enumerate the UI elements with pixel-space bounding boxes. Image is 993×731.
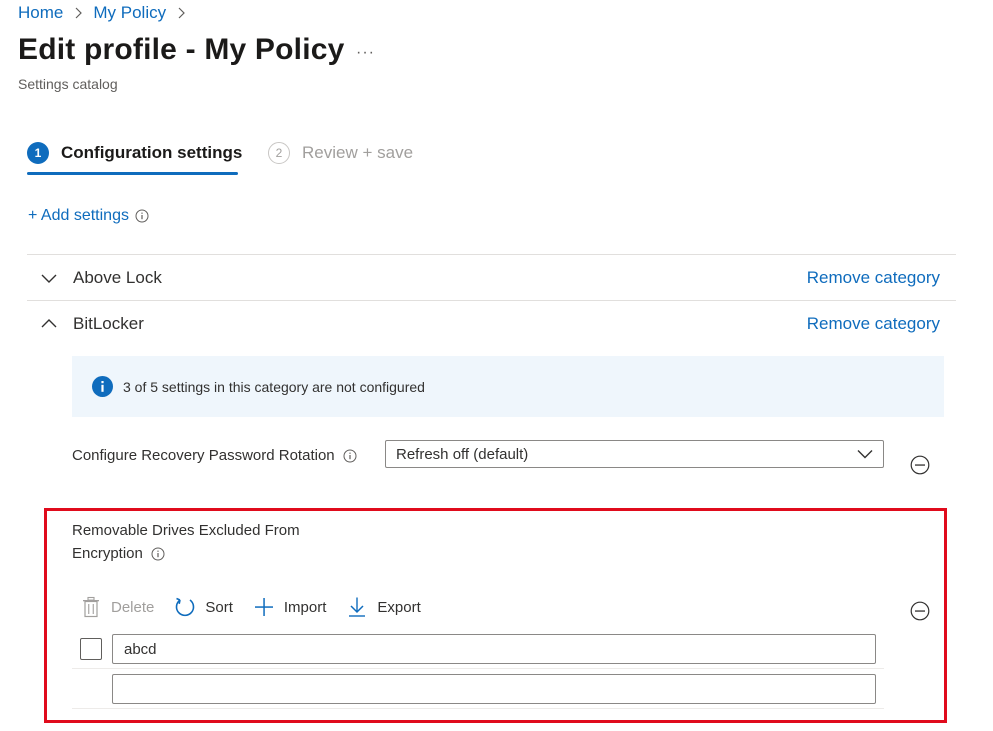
step-label: Configuration settings xyxy=(61,143,243,162)
remove-setting-icon[interactable] xyxy=(910,455,930,475)
step-label: Review + save xyxy=(302,143,414,162)
sort-button[interactable]: Sort xyxy=(174,596,233,618)
info-icon[interactable] xyxy=(135,209,149,223)
download-icon xyxy=(349,597,366,617)
active-step-indicator xyxy=(27,172,238,175)
breadcrumb-home[interactable]: Home xyxy=(18,3,63,23)
category-name: BitLocker xyxy=(73,313,144,333)
row-divider xyxy=(72,668,884,669)
add-settings-link[interactable]: + Add settings xyxy=(28,207,149,225)
export-button[interactable]: Export xyxy=(346,596,421,618)
refresh-icon xyxy=(176,597,195,617)
category-row-above-lock[interactable]: Above Lock Remove category xyxy=(27,255,956,300)
chevron-down-icon xyxy=(857,450,873,459)
dropdown-value: Refresh off (default) xyxy=(396,445,529,463)
remove-category-button[interactable]: Remove category xyxy=(807,314,940,334)
setting-label-removable-drives: Removable Drives Excluded From Encryptio… xyxy=(72,519,300,565)
setting-label-text-line2: Encryption xyxy=(72,545,143,562)
delete-label: Delete xyxy=(111,598,155,616)
setting-label-recovery-rotation: Configure Recovery Password Rotation xyxy=(72,447,357,464)
info-filled-icon xyxy=(92,376,113,397)
trash-icon xyxy=(83,596,99,618)
notice-text: 3 of 5 settings in this category are not… xyxy=(123,378,425,395)
chevron-right-icon xyxy=(75,7,83,19)
row-checkbox[interactable] xyxy=(80,638,102,660)
delete-button[interactable]: Delete xyxy=(80,596,154,618)
setting-label-line2: Encryption xyxy=(72,542,300,565)
chevron-up-icon[interactable] xyxy=(41,316,57,332)
step-number-badge: 1 xyxy=(27,142,49,164)
tab-configuration-settings[interactable]: 1 Configuration settings xyxy=(27,142,242,164)
add-settings-label[interactable]: + Add settings xyxy=(28,207,129,225)
new-value-input[interactable] xyxy=(112,674,876,704)
info-notice: 3 of 5 settings in this category are not… xyxy=(72,356,944,417)
breadcrumb: Home My Policy xyxy=(18,3,188,23)
category-row-bitlocker[interactable]: BitLocker Remove category xyxy=(27,301,956,346)
page-subtitle: Settings catalog xyxy=(18,76,118,92)
sort-label: Sort xyxy=(205,598,233,616)
chevron-down-icon[interactable] xyxy=(41,270,57,286)
step-number-badge: 2 xyxy=(268,142,290,164)
page-title: Edit profile - My Policy xyxy=(18,33,345,66)
remove-setting-icon[interactable] xyxy=(910,601,930,621)
list-value-input[interactable] xyxy=(112,634,876,664)
remove-category-button[interactable]: Remove category xyxy=(807,268,940,288)
row-divider xyxy=(72,708,884,709)
chevron-right-icon xyxy=(178,7,185,19)
breadcrumb-my-policy[interactable]: My Policy xyxy=(93,3,166,23)
list-toolbar: Delete Sort Import Export xyxy=(80,596,441,618)
category-name: Above Lock xyxy=(73,267,162,287)
setting-label-text: Configure Recovery Password Rotation xyxy=(72,447,335,464)
tab-review-save[interactable]: 2 Review + save xyxy=(268,142,413,164)
info-icon[interactable] xyxy=(151,547,165,561)
recovery-rotation-dropdown[interactable]: Refresh off (default) xyxy=(385,440,884,468)
plus-icon xyxy=(254,598,273,616)
import-button[interactable]: Import xyxy=(253,596,327,618)
info-icon[interactable] xyxy=(343,449,357,463)
import-label: Import xyxy=(283,598,327,616)
export-label: Export xyxy=(377,598,421,616)
more-options-button[interactable]: ··· xyxy=(356,44,375,62)
setting-label-text-line1: Removable Drives Excluded From xyxy=(72,522,300,539)
